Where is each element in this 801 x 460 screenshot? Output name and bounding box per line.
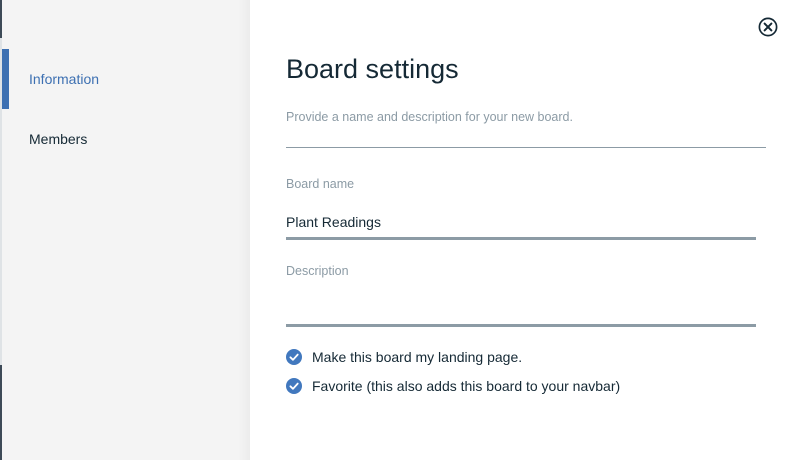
board-settings-modal: Information Members Board settings Provi… — [0, 0, 801, 460]
sidebar-item-label: Members — [29, 131, 88, 147]
sidebar-shadow — [238, 0, 250, 460]
board-name-label: Board name — [286, 177, 355, 191]
dialog-subtitle: Provide a name and description for your … — [286, 110, 573, 124]
board-name-input[interactable] — [286, 206, 756, 240]
dialog-title: Board settings — [286, 54, 459, 84]
description-label: Description — [286, 264, 349, 278]
favorite-checkbox-label: Favorite (this also adds this board to y… — [312, 378, 621, 394]
description-input[interactable] — [286, 292, 756, 327]
sidebar-item-information[interactable]: Information — [0, 49, 250, 109]
window-edge-mark — [0, 365, 2, 460]
window-edge-mark — [0, 0, 2, 38]
landing-page-checkbox[interactable]: Make this board my landing page. — [286, 347, 546, 367]
checkmark-circle-icon — [286, 349, 302, 365]
favorite-checkbox[interactable]: Favorite (this also adds this board to y… — [286, 376, 646, 396]
close-button[interactable] — [757, 16, 779, 38]
window-edge — [0, 0, 2, 460]
checkmark-circle-icon — [286, 378, 302, 394]
header-divider — [286, 147, 766, 148]
close-circle-icon — [758, 17, 778, 37]
landing-page-checkbox-label: Make this board my landing page. — [312, 349, 523, 365]
sidebar-item-members[interactable]: Members — [0, 109, 250, 169]
sidebar-item-label: Information — [29, 71, 100, 87]
settings-sidebar: Information Members — [0, 0, 250, 460]
